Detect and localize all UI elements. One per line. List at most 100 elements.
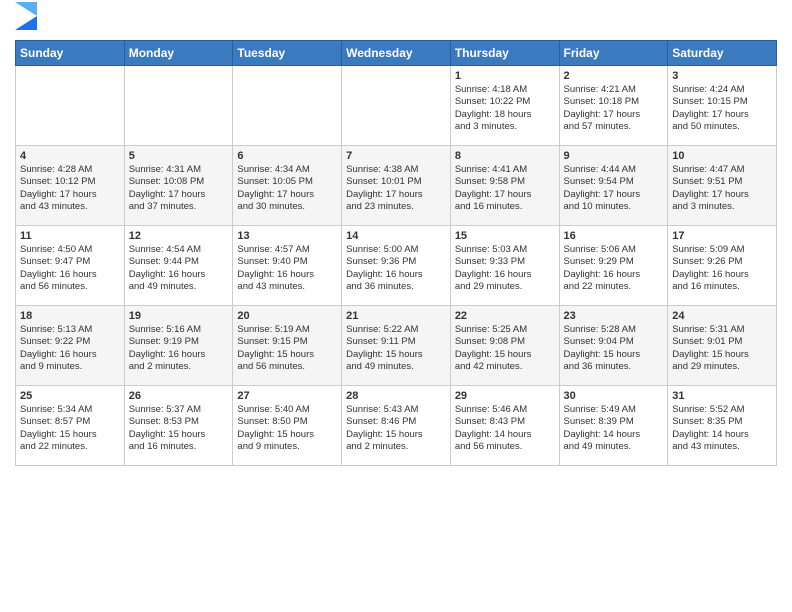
day-number: 6 — [237, 150, 337, 162]
calendar-cell: 1 Sunrise: 4:18 AM Sunset: 10:22 PM Dayli… — [450, 66, 559, 146]
day-number: 9 — [564, 150, 664, 162]
day-number: 21 — [346, 310, 446, 322]
day-info: Sunrise: 5:16 AM Sunset: 9:19 PM Dayligh… — [129, 324, 229, 373]
day-info: Sunrise: 4:24 AM Sunset: 10:15 PM Daylig… — [672, 84, 772, 133]
day-info: Sunrise: 5:03 AM Sunset: 9:33 PM Dayligh… — [455, 244, 555, 293]
day-info: Sunrise: 5:37 AM Sunset: 8:53 PM Dayligh… — [129, 404, 229, 453]
day-number: 31 — [672, 390, 772, 402]
weekday-header-saturday: Saturday — [668, 41, 777, 66]
day-info: Sunrise: 5:06 AM Sunset: 9:29 PM Dayligh… — [564, 244, 664, 293]
day-number: 25 — [20, 390, 120, 402]
day-number: 16 — [564, 230, 664, 242]
day-info: Sunrise: 4:18 AM Sunset: 10:22 PM Daylig… — [455, 84, 555, 133]
day-number: 13 — [237, 230, 337, 242]
day-info: Sunrise: 5:00 AM Sunset: 9:36 PM Dayligh… — [346, 244, 446, 293]
calendar-cell — [16, 66, 125, 146]
weekday-header-friday: Friday — [559, 41, 668, 66]
day-info: Sunrise: 4:28 AM Sunset: 10:12 PM Daylig… — [20, 164, 120, 213]
day-info: Sunrise: 5:49 AM Sunset: 8:39 PM Dayligh… — [564, 404, 664, 453]
calendar-cell: 16 Sunrise: 5:06 AM Sunset: 9:29 PM Dayli… — [559, 226, 668, 306]
logo-arrow-icon — [9, 2, 37, 30]
calendar-cell: 8Sunrise: 4:41 AM Sunset: 9:58 PM Daylig… — [450, 146, 559, 226]
calendar-cell — [342, 66, 451, 146]
calendar-cell: 18 Sunrise: 5:13 AM Sunset: 9:22 PM Dayli… — [16, 306, 125, 386]
calendar-cell: 20 Sunrise: 5:19 AM Sunset: 9:15 PM Dayli… — [233, 306, 342, 386]
day-number: 20 — [237, 310, 337, 322]
day-number: 7 — [346, 150, 446, 162]
day-number: 3 — [672, 70, 772, 82]
day-number: 12 — [129, 230, 229, 242]
weekday-header-wednesday: Wednesday — [342, 41, 451, 66]
day-number: 14 — [346, 230, 446, 242]
calendar-cell: 5 Sunrise: 4:31 AM Sunset: 10:08 PM Dayli… — [124, 146, 233, 226]
calendar-cell: 21 Sunrise: 5:22 AM Sunset: 9:11 PM Dayli… — [342, 306, 451, 386]
day-info: Sunrise: 4:44 AM Sunset: 9:54 PM Dayligh… — [564, 164, 664, 213]
header — [15, 10, 777, 32]
weekday-header-thursday: Thursday — [450, 41, 559, 66]
calendar-cell: 13Sunrise: 4:57 AM Sunset: 9:40 PM Dayli… — [233, 226, 342, 306]
calendar-cell: 19 Sunrise: 5:16 AM Sunset: 9:19 PM Dayli… — [124, 306, 233, 386]
calendar-cell — [233, 66, 342, 146]
day-info: Sunrise: 4:54 AM Sunset: 9:44 PM Dayligh… — [129, 244, 229, 293]
day-number: 29 — [455, 390, 555, 402]
calendar-cell: 25 Sunrise: 5:34 AM Sunset: 8:57 PM Dayli… — [16, 386, 125, 466]
day-info: Sunrise: 4:21 AM Sunset: 10:18 PM Daylig… — [564, 84, 664, 133]
calendar-cell: 17Sunrise: 5:09 AM Sunset: 9:26 PM Dayli… — [668, 226, 777, 306]
day-number: 27 — [237, 390, 337, 402]
calendar-cell: 22 Sunrise: 5:25 AM Sunset: 9:08 PM Dayli… — [450, 306, 559, 386]
day-info: Sunrise: 5:13 AM Sunset: 9:22 PM Dayligh… — [20, 324, 120, 373]
calendar-cell: 15 Sunrise: 5:03 AM Sunset: 9:33 PM Dayli… — [450, 226, 559, 306]
calendar-cell: 14 Sunrise: 5:00 AM Sunset: 9:36 PM Dayli… — [342, 226, 451, 306]
logo — [15, 10, 37, 32]
day-number: 11 — [20, 230, 120, 242]
day-info: Sunrise: 5:09 AM Sunset: 9:26 PM Dayligh… — [672, 244, 772, 293]
calendar-cell: 11 Sunrise: 4:50 AM Sunset: 9:47 PM Dayli… — [16, 226, 125, 306]
day-info: Sunrise: 5:40 AM Sunset: 8:50 PM Dayligh… — [237, 404, 337, 453]
day-number: 26 — [129, 390, 229, 402]
day-number: 28 — [346, 390, 446, 402]
calendar-cell: 24 Sunrise: 5:31 AM Sunset: 9:01 PM Dayli… — [668, 306, 777, 386]
calendar-cell: 9 Sunrise: 4:44 AM Sunset: 9:54 PM Daylig… — [559, 146, 668, 226]
day-number: 23 — [564, 310, 664, 322]
day-number: 15 — [455, 230, 555, 242]
day-info: Sunrise: 5:52 AM Sunset: 8:35 PM Dayligh… — [672, 404, 772, 453]
calendar-table: SundayMondayTuesdayWednesdayThursdayFrid… — [15, 40, 777, 466]
calendar-cell: 23 Sunrise: 5:28 AM Sunset: 9:04 PM Dayli… — [559, 306, 668, 386]
day-number: 8 — [455, 150, 555, 162]
day-number: 4 — [20, 150, 120, 162]
day-info: Sunrise: 5:43 AM Sunset: 8:46 PM Dayligh… — [346, 404, 446, 453]
day-info: Sunrise: 5:19 AM Sunset: 9:15 PM Dayligh… — [237, 324, 337, 373]
day-number: 5 — [129, 150, 229, 162]
day-info: Sunrise: 5:34 AM Sunset: 8:57 PM Dayligh… — [20, 404, 120, 453]
day-number: 2 — [564, 70, 664, 82]
calendar-cell — [124, 66, 233, 146]
weekday-header-sunday: Sunday — [16, 41, 125, 66]
day-number: 10 — [672, 150, 772, 162]
weekday-header-tuesday: Tuesday — [233, 41, 342, 66]
weekday-header-monday: Monday — [124, 41, 233, 66]
day-info: Sunrise: 4:34 AM Sunset: 10:05 PM Daylig… — [237, 164, 337, 213]
calendar-cell: 29 Sunrise: 5:46 AM Sunset: 8:43 PM Dayli… — [450, 386, 559, 466]
day-number: 19 — [129, 310, 229, 322]
calendar-cell: 27 Sunrise: 5:40 AM Sunset: 8:50 PM Dayli… — [233, 386, 342, 466]
day-info: Sunrise: 4:31 AM Sunset: 10:08 PM Daylig… — [129, 164, 229, 213]
day-number: 22 — [455, 310, 555, 322]
calendar-cell: 4 Sunrise: 4:28 AM Sunset: 10:12 PM Dayli… — [16, 146, 125, 226]
calendar-cell: 12 Sunrise: 4:54 AM Sunset: 9:44 PM Dayli… — [124, 226, 233, 306]
day-number: 18 — [20, 310, 120, 322]
calendar-cell: 30Sunrise: 5:49 AM Sunset: 8:39 PM Dayli… — [559, 386, 668, 466]
calendar-cell: 7 Sunrise: 4:38 AM Sunset: 10:01 PM Dayli… — [342, 146, 451, 226]
calendar-cell: 3 Sunrise: 4:24 AM Sunset: 10:15 PM Dayli… — [668, 66, 777, 146]
day-info: Sunrise: 5:28 AM Sunset: 9:04 PM Dayligh… — [564, 324, 664, 373]
day-info: Sunrise: 5:46 AM Sunset: 8:43 PM Dayligh… — [455, 404, 555, 453]
day-info: Sunrise: 5:25 AM Sunset: 9:08 PM Dayligh… — [455, 324, 555, 373]
calendar-cell: 6 Sunrise: 4:34 AM Sunset: 10:05 PM Dayli… — [233, 146, 342, 226]
calendar-cell: 10Sunrise: 4:47 AM Sunset: 9:51 PM Dayli… — [668, 146, 777, 226]
calendar-cell: 2 Sunrise: 4:21 AM Sunset: 10:18 PM Dayli… — [559, 66, 668, 146]
day-number: 1 — [455, 70, 555, 82]
day-info: Sunrise: 4:50 AM Sunset: 9:47 PM Dayligh… — [20, 244, 120, 293]
day-info: Sunrise: 4:38 AM Sunset: 10:01 PM Daylig… — [346, 164, 446, 213]
day-info: Sunrise: 5:31 AM Sunset: 9:01 PM Dayligh… — [672, 324, 772, 373]
day-number: 24 — [672, 310, 772, 322]
day-info: Sunrise: 5:22 AM Sunset: 9:11 PM Dayligh… — [346, 324, 446, 373]
